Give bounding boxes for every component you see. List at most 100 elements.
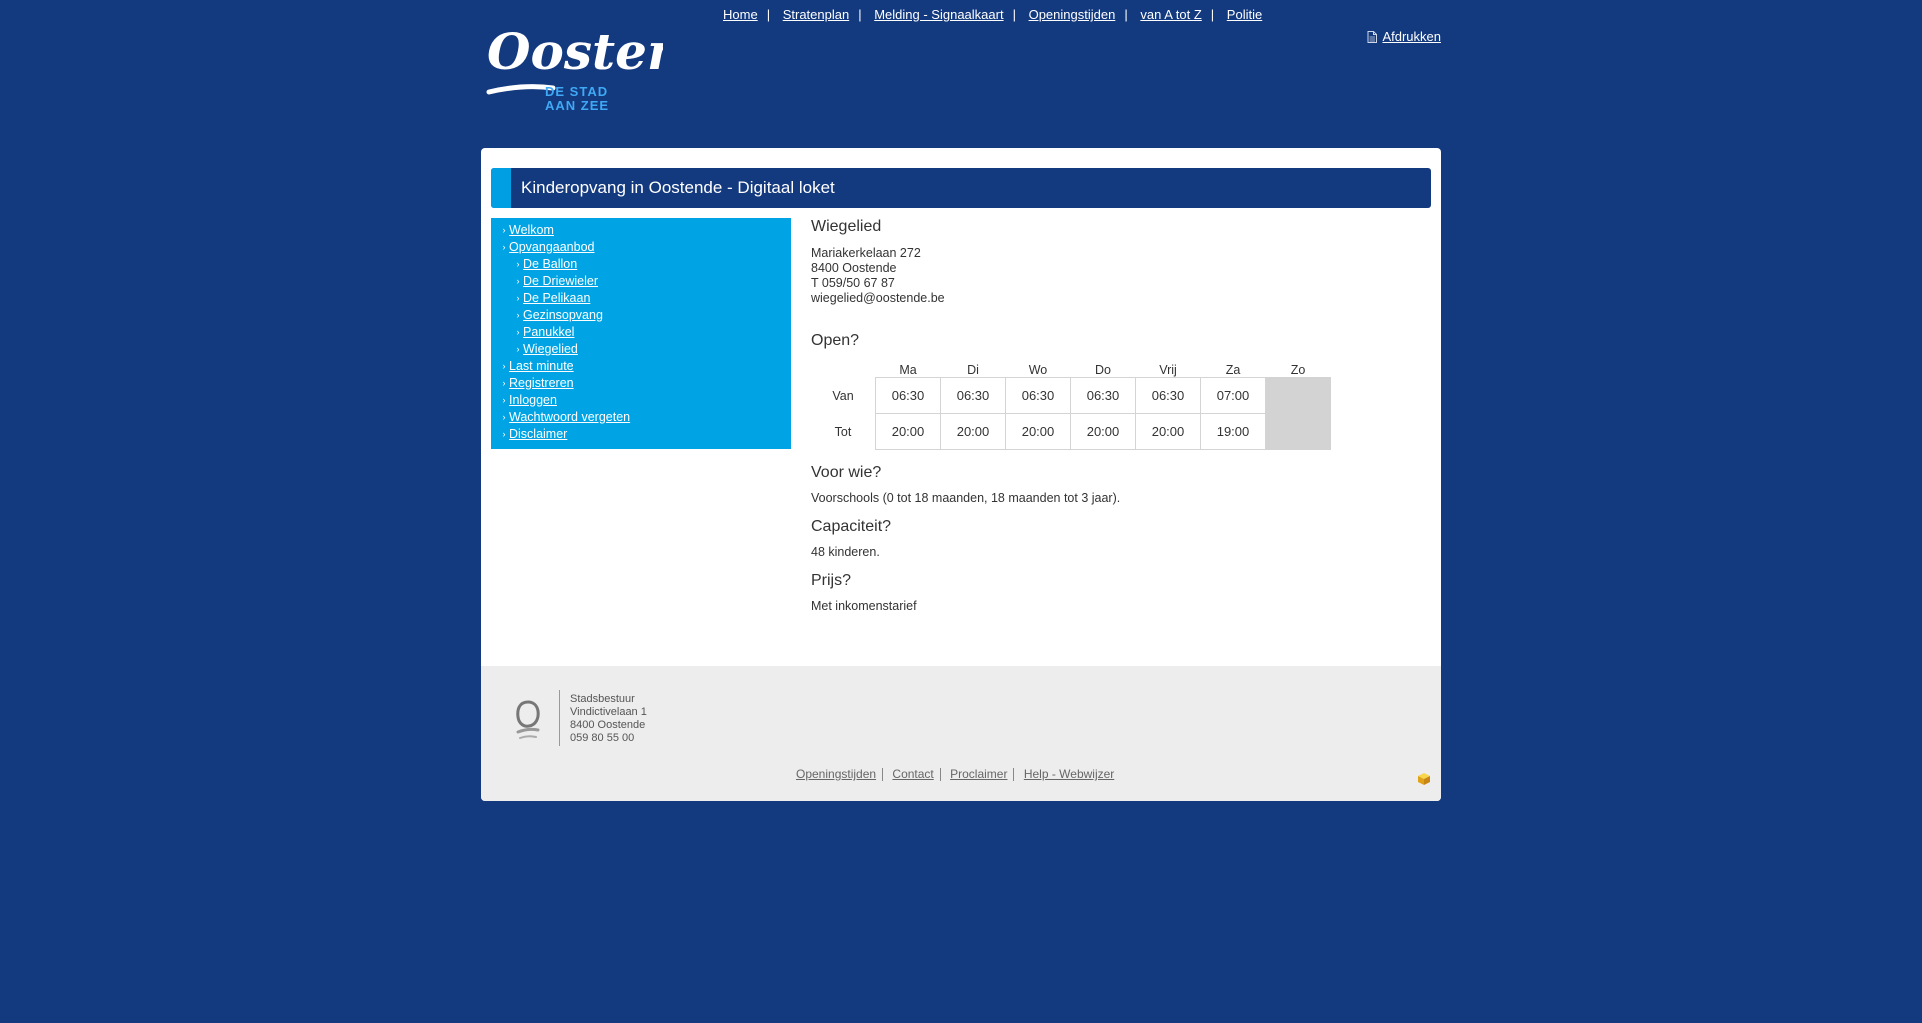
sidebar-item-label[interactable]: De Driewieler: [523, 274, 598, 288]
chevron-right-icon: ›: [502, 361, 506, 371]
sidebar-item[interactable]: › De Pelikaan: [491, 290, 791, 307]
main-card: Kinderopvang in Oostende - Digitaal loke…: [481, 148, 1441, 801]
topnav-home[interactable]: Home: [723, 7, 758, 22]
open-heading: Open?: [811, 332, 860, 349]
footer-navigation: Openingstijden Contact Proclaimer Help -…: [796, 767, 1114, 782]
tot-vrij: 20:00: [1135, 413, 1201, 450]
sidebar-item[interactable]: › De Driewieler: [491, 273, 791, 290]
sidebar-item[interactable]: › Registreren: [491, 375, 791, 392]
chevron-right-icon: ›: [502, 225, 506, 235]
sidebar-item-label[interactable]: Wachtwoord vergeten: [509, 410, 630, 424]
sidebar-item-label[interactable]: Wiegelied: [523, 342, 578, 356]
van-wo: 06:30: [1005, 377, 1071, 414]
sidebar-item[interactable]: › Disclaimer: [491, 426, 791, 443]
sidebar-item-label[interactable]: Last minute: [509, 359, 574, 373]
van-zo: [1265, 377, 1331, 414]
chevron-right-icon: ›: [502, 429, 506, 439]
van-vrij: 06:30: [1135, 377, 1201, 414]
content: Wiegelied Mariakerkelaan 272 8400 Oosten…: [811, 218, 1431, 613]
sidebar-item[interactable]: › Gezinsopvang: [491, 307, 791, 324]
sidebar: › Welkom › Opvangaanbod › De Ballon › De Driewi…: [491, 218, 791, 449]
address-block: Mariakerkelaan 272 8400 Oostende T 059/5…: [811, 246, 1431, 306]
day-za: Za: [1225, 363, 1241, 377]
tot-ma: 20:00: [875, 413, 941, 450]
day-di: Di: [967, 363, 979, 377]
sidebar-item-label[interactable]: De Ballon: [523, 257, 577, 271]
sidebar-item[interactable]: › Welkom: [491, 222, 791, 239]
sidebar-item[interactable]: › Last minute: [491, 358, 791, 375]
footer-org: Stadsbestuur: [570, 693, 635, 705]
sidebar-item[interactable]: › Wachtwoord vergeten: [491, 409, 791, 426]
logo-tagline-2: AAN ZEE: [545, 98, 609, 113]
day-vrij: Vrij: [1159, 363, 1177, 377]
address-email[interactable]: wiegelied@oostende.be: [811, 291, 1431, 306]
address-city: 8400 Oostende: [811, 261, 897, 275]
voor-wie-section: Voor wie? Voorschools (0 tot 18 maanden,…: [811, 464, 1120, 505]
chevron-right-icon: ›: [516, 310, 520, 320]
van-za: 07:00: [1200, 377, 1266, 414]
tot-do: 20:00: [1070, 413, 1136, 450]
day-zo: Zo: [1290, 363, 1306, 377]
sidebar-item-label[interactable]: Welkom: [509, 223, 554, 237]
footer: Stadsbestuur Vindictivelaan 1 8400 Ooste…: [481, 666, 1441, 801]
topnav-stratenplan[interactable]: Stratenplan: [783, 7, 850, 22]
print-label[interactable]: Afdrukken: [1382, 29, 1441, 44]
sidebar-item-label[interactable]: Opvangaanbod: [509, 240, 595, 254]
sidebar-item[interactable]: › De Ballon: [491, 256, 791, 273]
prijs-text: Met inkomenstarief: [811, 599, 917, 613]
van-do: 06:30: [1070, 377, 1136, 414]
page-title-bar: Kinderopvang in Oostende - Digitaal loke…: [491, 168, 1431, 208]
footer-address: Stadsbestuur Vindictivelaan 1 8400 Ooste…: [570, 693, 647, 745]
footer-phone: 059 80 55 00: [570, 732, 635, 744]
page-title: Kinderopvang in Oostende - Digitaal loke…: [521, 178, 835, 197]
sidebar-item[interactable]: › Inloggen: [491, 392, 791, 409]
hours-header-row: Ma Di Wo Do Vrij Za Zo: [811, 357, 1331, 378]
sidebar-item[interactable]: › Wiegelied: [491, 341, 791, 358]
print-icon: [1367, 30, 1378, 43]
footer-street: Vindictivelaan 1: [570, 706, 647, 718]
van-di: 06:30: [940, 377, 1006, 414]
tot-di: 20:00: [940, 413, 1006, 450]
tot-wo: 20:00: [1005, 413, 1071, 450]
chevron-right-icon: ›: [502, 395, 506, 405]
sidebar-list: › Welkom › Opvangaanbod › De Ballon › De Driewi…: [491, 222, 791, 443]
sidebar-item[interactable]: › Opvangaanbod: [491, 239, 791, 256]
cube-icon[interactable]: [1417, 772, 1431, 786]
location-title: Wiegelied: [811, 218, 882, 235]
sidebar-item-label[interactable]: De Pelikaan: [523, 291, 590, 305]
chevron-right-icon: ›: [516, 327, 520, 337]
topnav-melding[interactable]: Melding - Signaalkaart: [874, 7, 1003, 22]
title-accent: [491, 168, 511, 208]
footer-link-contact[interactable]: Contact: [892, 767, 933, 781]
sidebar-item[interactable]: › Panukkel: [491, 324, 791, 341]
topnav-a-tot-z[interactable]: van A tot Z: [1140, 7, 1201, 22]
day-wo: Wo: [1028, 363, 1048, 377]
van-ma: 06:30: [875, 377, 941, 414]
topnav-openingstijden[interactable]: Openingstijden: [1029, 7, 1116, 22]
logo-tagline-1: DE STAD: [545, 84, 608, 99]
top-navigation: Home | Stratenplan | Melding - Signaalkaar…: [723, 7, 1263, 22]
topnav-politie[interactable]: Politie: [1227, 7, 1262, 22]
oostende-logo[interactable]: Oostende DE STAD AAN ZEE: [483, 12, 663, 117]
sidebar-item-label[interactable]: Gezinsopvang: [523, 308, 603, 322]
voor-wie-text: Voorschools (0 tot 18 maanden, 18 maande…: [811, 491, 1121, 505]
footer-link-proclaimer[interactable]: Proclaimer: [950, 767, 1007, 781]
tot-zo: [1265, 413, 1331, 450]
chevron-right-icon: ›: [516, 293, 520, 303]
hours-row-tot: Tot 20:00 20:00 20:00 20:00 20:00 19:00: [811, 413, 1331, 450]
footer-divider: [559, 690, 560, 746]
chevron-right-icon: ›: [502, 242, 506, 252]
sidebar-item-label[interactable]: Disclaimer: [509, 427, 567, 441]
capaciteit-section: Capaciteit? 48 kinderen.: [811, 518, 891, 559]
row-label-tot: Tot: [834, 424, 852, 439]
footer-link-help[interactable]: Help - Webwijzer: [1024, 767, 1114, 781]
chevron-right-icon: ›: [516, 276, 520, 286]
logo-wordmark: Oostende: [487, 22, 663, 81]
sidebar-item-label[interactable]: Inloggen: [509, 393, 557, 407]
print-link[interactable]: Afdrukken: [1367, 29, 1441, 44]
footer-link-openingstijden[interactable]: Openingstijden: [796, 767, 876, 781]
footer-city: 8400 Oostende: [570, 719, 646, 731]
sidebar-item-label[interactable]: Panukkel: [523, 325, 574, 339]
address-phone: T 059/50 67 87: [811, 276, 895, 290]
sidebar-item-label[interactable]: Registreren: [509, 376, 574, 390]
